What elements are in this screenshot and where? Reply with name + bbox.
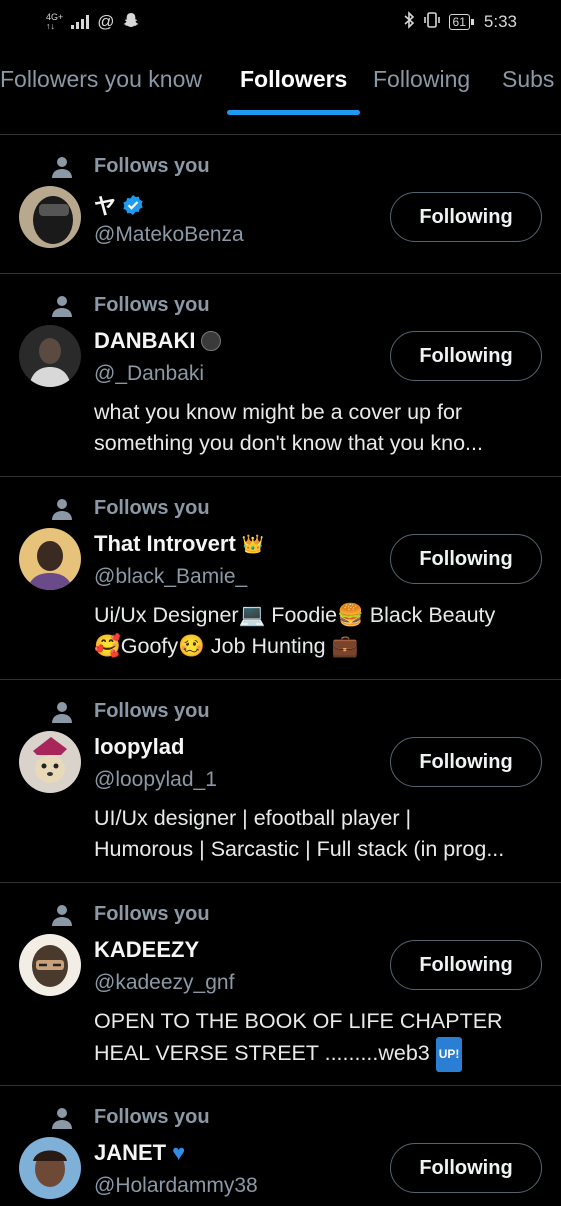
following-button[interactable]: Following bbox=[390, 737, 542, 787]
signal-icon bbox=[71, 15, 90, 29]
active-tab-indicator bbox=[227, 110, 360, 115]
user-name[interactable]: DANBAKI bbox=[94, 328, 222, 354]
list-item[interactable]: Follows you ヤ @MatekoBenza Following bbox=[0, 135, 561, 274]
follows-you-label: Follows you bbox=[94, 903, 210, 925]
black-circle-emoji bbox=[201, 331, 222, 351]
user-handle: @black_Bamie_ bbox=[94, 565, 248, 588]
avatar[interactable] bbox=[19, 731, 81, 793]
avatar[interactable] bbox=[19, 1137, 81, 1199]
user-bio: what you know might be a cover up for so… bbox=[94, 400, 483, 455]
user-bio: UI/Ux designer | efootball player | Humo… bbox=[94, 806, 505, 861]
follows-you-label: Follows you bbox=[94, 497, 210, 519]
list-item[interactable]: Follows you KADEEZY @kadeezy_gnf Followi… bbox=[0, 883, 561, 1086]
person-icon bbox=[52, 1108, 72, 1129]
up-emoji: UP! bbox=[435, 1037, 463, 1072]
user-name[interactable]: ヤ bbox=[94, 189, 144, 221]
user-handle: @loopylad_1 bbox=[94, 768, 217, 791]
person-icon bbox=[52, 702, 72, 723]
at-icon: @ bbox=[97, 12, 115, 31]
followers-list: Follows you ヤ @MatekoBenza Following Fol… bbox=[0, 135, 561, 1206]
snapchat-icon bbox=[123, 12, 139, 33]
user-name[interactable]: loopylad bbox=[94, 734, 184, 760]
vibrate-icon bbox=[423, 11, 441, 34]
user-handle: @kadeezy_gnf bbox=[94, 971, 235, 994]
user-name[interactable]: That Introvert 👑 bbox=[94, 531, 264, 557]
verified-icon bbox=[123, 195, 143, 215]
follows-you-label: Follows you bbox=[94, 294, 210, 316]
avatar[interactable] bbox=[19, 186, 81, 248]
person-icon bbox=[52, 157, 72, 178]
tab-bar: Followers you know Followers Following S… bbox=[0, 56, 561, 118]
avatar[interactable] bbox=[19, 325, 81, 387]
user-handle: @MatekoBenza bbox=[94, 223, 244, 246]
user-name[interactable]: KADEEZY bbox=[94, 937, 199, 963]
following-button[interactable]: Following bbox=[390, 534, 542, 584]
person-icon bbox=[52, 296, 72, 317]
user-handle: @_Danbaki bbox=[94, 362, 205, 385]
list-item[interactable]: Follows you loopylad @loopylad_1 Followi… bbox=[0, 680, 561, 883]
status-bar: 4G+ ↑↓ @ 61 5:33 bbox=[0, 0, 561, 44]
following-button[interactable]: Following bbox=[390, 192, 542, 242]
follows-you-label: Follows you bbox=[94, 1106, 210, 1128]
avatar[interactable] bbox=[19, 528, 81, 590]
user-handle: @Holardammy38 bbox=[94, 1174, 258, 1197]
person-icon bbox=[52, 499, 72, 520]
crown-emoji: 👑 bbox=[241, 533, 265, 555]
avatar[interactable] bbox=[19, 934, 81, 996]
list-item[interactable]: Follows you That Introvert 👑 @black_Bami… bbox=[0, 477, 561, 680]
user-name[interactable]: JANET ♥ bbox=[94, 1140, 185, 1166]
person-icon bbox=[52, 905, 72, 926]
tab-followers[interactable]: Followers bbox=[240, 66, 347, 93]
tab-followers-you-know[interactable]: Followers you know bbox=[0, 66, 202, 93]
list-item[interactable]: Follows you DANBAKI @_Danbaki Following … bbox=[0, 274, 561, 477]
battery-icon: 61 bbox=[448, 14, 475, 30]
follows-you-label: Follows you bbox=[94, 700, 210, 722]
clock: 5:33 bbox=[483, 12, 517, 31]
user-bio: Ui/Ux Designer💻 Foodie🍔 Black Beauty 🥰Go… bbox=[94, 603, 496, 658]
tab-following[interactable]: Following bbox=[373, 66, 470, 93]
blue-heart-emoji: ♥ bbox=[172, 1140, 186, 1165]
tab-subscriptions[interactable]: Subs bbox=[502, 66, 554, 93]
user-bio: OPEN TO THE BOOK OF LIFE CHAPTER HEAL VE… bbox=[94, 1006, 544, 1072]
following-button[interactable]: Following bbox=[390, 1143, 542, 1193]
follows-you-label: Follows you bbox=[94, 155, 210, 177]
following-button[interactable]: Following bbox=[390, 940, 542, 990]
list-item[interactable]: Follows you JANET ♥ @Holardammy38 Follow… bbox=[0, 1086, 561, 1206]
bluetooth-icon bbox=[403, 10, 415, 34]
network-indicator: 4G+ ↑↓ bbox=[46, 12, 64, 31]
following-button[interactable]: Following bbox=[390, 331, 542, 381]
